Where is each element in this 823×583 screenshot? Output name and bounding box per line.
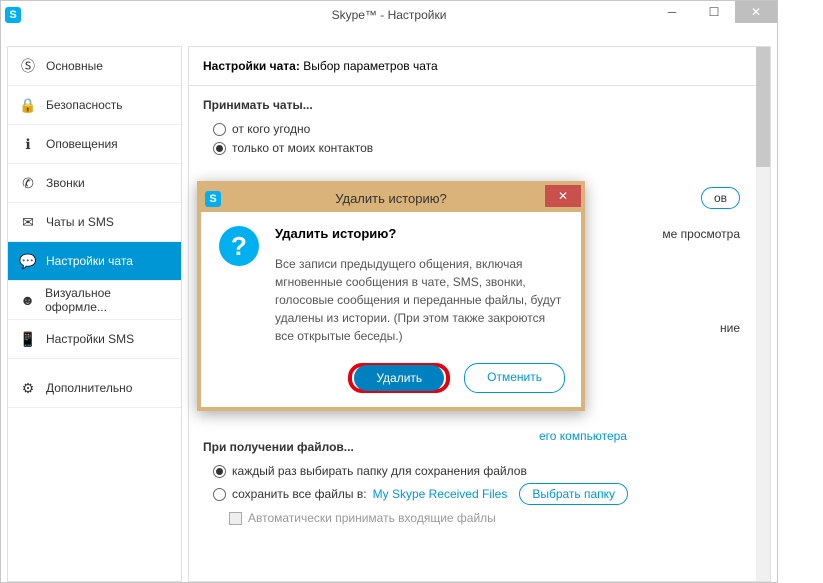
accept-chats-title: Принимать чаты... [203,98,756,112]
window-title: Skype™ - Настройки [332,8,447,22]
delete-button[interactable]: Удалить [354,365,444,391]
radio-accept-anyone[interactable]: от кого угодно [213,122,756,136]
radio-icon [213,142,226,155]
scrollbar[interactable] [756,47,770,581]
sidebar-item-sms-settings[interactable]: 📱 Настройки SMS [8,320,181,359]
auto-accept-checkbox-row[interactable]: Автоматически принимать входящие файлы [229,511,756,525]
cancel-button[interactable]: Отменить [464,363,565,393]
skype-logo-icon: S [205,191,221,207]
scrollbar-thumb[interactable] [756,47,770,167]
sidebar-item-label: Безопасность [46,98,123,112]
sidebar-item-label: Настройки SMS [46,332,134,346]
sidebar-item-label: Дополнительно [46,381,132,395]
chat-bubble-icon: 💬 [20,253,36,270]
sidebar-item-chat-settings[interactable]: 💬 Настройки чата [8,242,181,281]
choose-folder-button[interactable]: Выбрать папку [519,483,628,505]
phone-icon: ✆ [20,175,36,192]
radio-accept-contacts[interactable]: только от моих контактов [213,141,756,155]
fragment-link[interactable]: его компьютера [539,429,740,443]
minimize-button[interactable]: ─ [651,1,693,23]
sidebar-item-label: Основные [46,59,103,73]
lock-icon: 🔒 [20,97,36,114]
sidebar-item-label: Настройки чата [46,254,133,268]
fragment-text: ние [720,321,740,335]
radio-save-to[interactable]: сохранить все файлы в: My Skype Received… [213,483,756,505]
checkbox-label: Автоматически принимать входящие файлы [248,511,496,525]
gear-icon: ⚙ [20,380,36,397]
close-button[interactable]: ✕ [735,1,777,23]
dialog-title-text: Удалить историю? [335,191,447,206]
radio-icon [213,123,226,136]
panel-header-label: Настройки чата: [203,59,300,73]
sidebar-item-notifications[interactable]: ℹ Оповещения [8,125,181,164]
question-icon: ? [219,226,259,266]
dialog-heading: Удалить историю? [275,226,563,241]
radio-label: только от моих контактов [232,141,373,155]
sidebar-item-chat-sms[interactable]: ✉ Чаты и SMS [8,203,181,242]
maximize-button[interactable]: ☐ [693,1,735,23]
radio-choose-folder[interactable]: каждый раз выбирать папку для сохранения… [213,464,756,478]
info-icon: ℹ [20,136,36,153]
radio-label: сохранить все файлы в: [232,487,367,501]
panel-header-value: Выбор параметров чата [303,59,437,73]
sidebar-item-security[interactable]: 🔒 Безопасность [8,86,181,125]
checkbox-icon [229,512,242,525]
sms-icon: 📱 [20,331,36,348]
fragment-text: ов [701,187,740,209]
radio-label: от кого угодно [232,122,310,136]
dialog-titlebar: S Удалить историю? ✕ [201,185,581,212]
sidebar-item-calls[interactable]: ✆ Звонки [8,164,181,203]
skype-icon: Ⓢ [20,56,36,76]
chat-icon: ✉ [20,214,36,231]
delete-history-dialog: S Удалить историю? ✕ ? Удалить историю? … [197,181,585,411]
settings-sidebar: Ⓢ Основные 🔒 Безопасность ℹ Оповещения ✆… [7,46,182,582]
sidebar-item-label: Звонки [46,176,85,190]
save-folder-link[interactable]: My Skype Received Files [373,487,508,501]
skype-logo-icon: S [5,7,21,23]
dialog-body-text: Все записи предыдущего общения, включая … [275,255,563,345]
delete-button-highlight: Удалить [348,363,450,393]
radio-label: каждый раз выбирать папку для сохранения… [232,464,527,478]
titlebar: S Skype™ - Настройки ─ ☐ ✕ [1,1,777,29]
fragment-text: ме просмотра [662,227,740,241]
sidebar-item-general[interactable]: Ⓢ Основные [8,47,181,86]
radio-icon [213,465,226,478]
panel-header: Настройки чата: Выбор параметров чата [189,47,770,86]
face-icon: ☻ [20,292,35,308]
sidebar-item-label: Чаты и SMS [46,215,114,229]
dialog-close-button[interactable]: ✕ [545,185,581,207]
sidebar-item-label: Визуальное оформле... [45,286,169,314]
sidebar-item-appearance[interactable]: ☻ Визуальное оформле... [8,281,181,320]
radio-icon [213,488,226,501]
sidebar-item-advanced[interactable]: ⚙ Дополнительно [8,369,181,408]
sidebar-item-label: Оповещения [46,137,118,151]
